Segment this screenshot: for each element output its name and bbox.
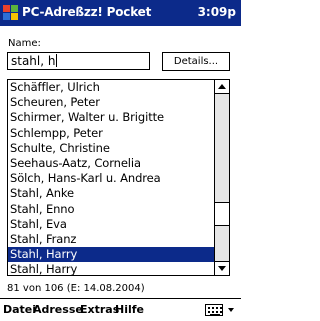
arrow-down-icon bbox=[218, 266, 226, 271]
contact-list-items: Schäffler, Ulrich Scheuren, Peter Schirmer… bbox=[8, 80, 214, 275]
arrow-up-icon bbox=[218, 84, 226, 89]
scroll-up-button[interactable] bbox=[215, 80, 229, 94]
contact-list[interactable]: Schäffler, Ulrich Scheuren, Peter Schirmer… bbox=[7, 79, 230, 276]
input-panel-arrow-icon[interactable] bbox=[228, 308, 234, 312]
list-item[interactable]: Schirmer, Walter u. Brigitte bbox=[8, 110, 214, 125]
list-item[interactable]: Stahl, Eva bbox=[8, 217, 214, 232]
menu-hilfe[interactable]: Hilfe bbox=[115, 303, 144, 316]
list-item[interactable]: Stahl, Harry bbox=[8, 262, 214, 275]
menu-bar: Datei Adresse Extras Hilfe bbox=[0, 298, 241, 321]
name-search-value: stahl, h bbox=[11, 54, 56, 68]
name-label: Name: bbox=[8, 38, 41, 49]
name-search-input[interactable]: stahl, h bbox=[7, 52, 150, 70]
title-bar: PC-Adreßzz! Pocket 3:09p bbox=[0, 0, 241, 26]
scroll-down-button[interactable] bbox=[215, 261, 229, 275]
vertical-scrollbar[interactable] bbox=[214, 80, 229, 275]
menu-extras[interactable]: Extras bbox=[80, 303, 119, 316]
list-item[interactable]: Stahl, Enno bbox=[8, 202, 214, 217]
details-button[interactable]: Details... bbox=[162, 52, 230, 71]
list-item[interactable]: Seehaus-Aatz, Cornelia bbox=[8, 156, 214, 171]
menu-datei[interactable]: Datei bbox=[3, 303, 36, 316]
text-caret bbox=[56, 54, 58, 67]
menu-adresse[interactable]: Adresse bbox=[33, 303, 83, 316]
list-item[interactable]: Stahl, Anke bbox=[8, 186, 214, 201]
scroll-thumb[interactable] bbox=[215, 202, 229, 226]
list-item[interactable]: Schäffler, Ulrich bbox=[8, 80, 214, 95]
record-status: 81 von 106 (E: 14.08.2004) bbox=[7, 283, 145, 294]
app-title: PC-Adreßzz! Pocket bbox=[22, 5, 152, 19]
clock[interactable]: 3:09p bbox=[198, 5, 236, 19]
list-item[interactable]: Schlempp, Peter bbox=[8, 126, 214, 141]
windows-logo-icon[interactable] bbox=[3, 5, 19, 21]
list-item[interactable]: Stahl, Franz bbox=[8, 232, 214, 247]
list-item[interactable]: Scheuren, Peter bbox=[8, 95, 214, 110]
list-item[interactable]: Sölch, Hans-Karl u. Andrea bbox=[8, 171, 214, 186]
list-item-selected[interactable]: Stahl, Harry bbox=[8, 247, 214, 263]
list-item[interactable]: Schulte, Christine bbox=[8, 141, 214, 156]
keyboard-icon[interactable] bbox=[205, 304, 223, 316]
